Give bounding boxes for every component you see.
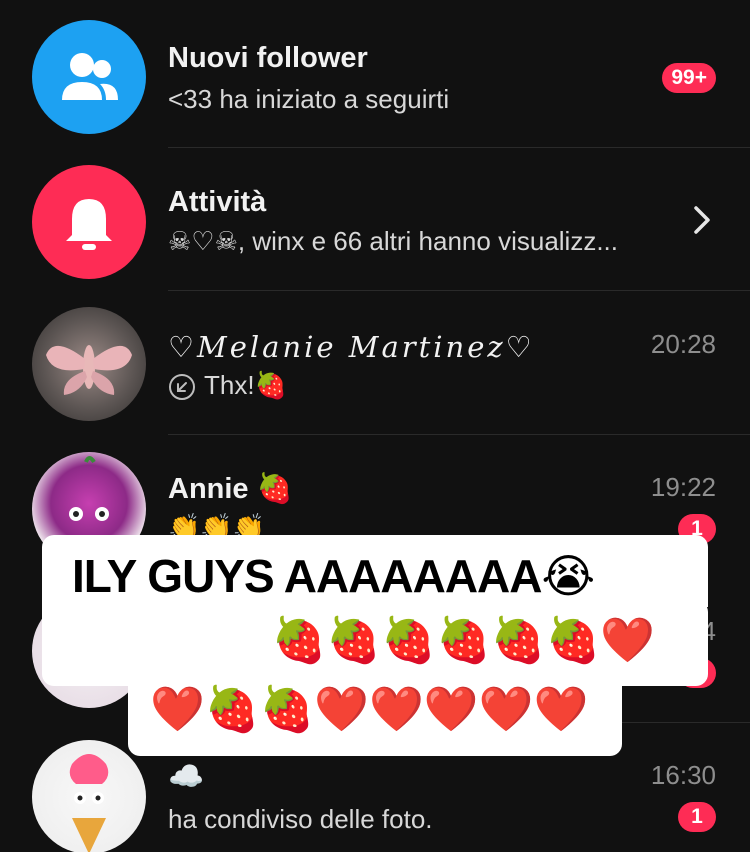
chevron-right-icon xyxy=(694,206,710,234)
new-followers-avatar xyxy=(32,20,146,134)
caption-line-2: 😭😭😭😭🍓🍓🍓🍓🍓🍓❤️ xyxy=(66,615,656,666)
row-subtitle: ha condiviso delle foto. xyxy=(168,804,433,834)
list-item-conversation[interactable]: ♡Melanie Martinez♡ Thx!🍓 20:28 xyxy=(0,292,750,435)
users-icon xyxy=(62,53,118,100)
avatar xyxy=(32,307,146,421)
list-item-activity[interactable]: Attività ☠♡☠, winx e 66 altri hanno visu… xyxy=(0,148,750,291)
row-title: ☁️ xyxy=(168,761,205,793)
row-subtitle: ☠♡☠, winx e 66 altri hanno visualizz... xyxy=(168,226,618,256)
unread-badge: 99+ xyxy=(662,63,716,93)
row-title: ♡Melanie Martinez♡ xyxy=(168,330,535,364)
divider xyxy=(168,434,750,435)
row-subtitle: Thx!🍓 xyxy=(204,370,287,400)
bell-icon xyxy=(66,199,112,250)
reply-icon xyxy=(169,374,195,401)
row-title: Attività xyxy=(168,186,267,218)
caption-line-3: ❤️🍓🍓❤️❤️❤️❤️❤️ xyxy=(150,684,589,735)
row-subtitle: <33 ha iniziato a seguirti xyxy=(168,84,450,114)
divider xyxy=(168,290,750,291)
moth-icon xyxy=(46,345,132,395)
row-title: Nuovi follower xyxy=(168,42,368,74)
unread-badge: 1 xyxy=(678,802,716,832)
activity-avatar xyxy=(32,165,146,279)
timestamp: 19:22 xyxy=(650,472,716,502)
list-item-new-followers[interactable]: Nuovi follower <33 ha iniziato a seguirt… xyxy=(0,5,750,148)
caption-line-1: ILY GUYS AAAAAAAA😭 xyxy=(72,550,595,602)
timestamp: 16:30 xyxy=(650,760,716,790)
ice-cream-icon xyxy=(69,754,109,852)
avatar xyxy=(32,740,146,852)
row-subtitle-wrap: Thx!🍓 xyxy=(168,370,287,401)
timestamp: 20:28 xyxy=(650,329,716,359)
row-title: Annie 🍓 xyxy=(168,473,293,505)
